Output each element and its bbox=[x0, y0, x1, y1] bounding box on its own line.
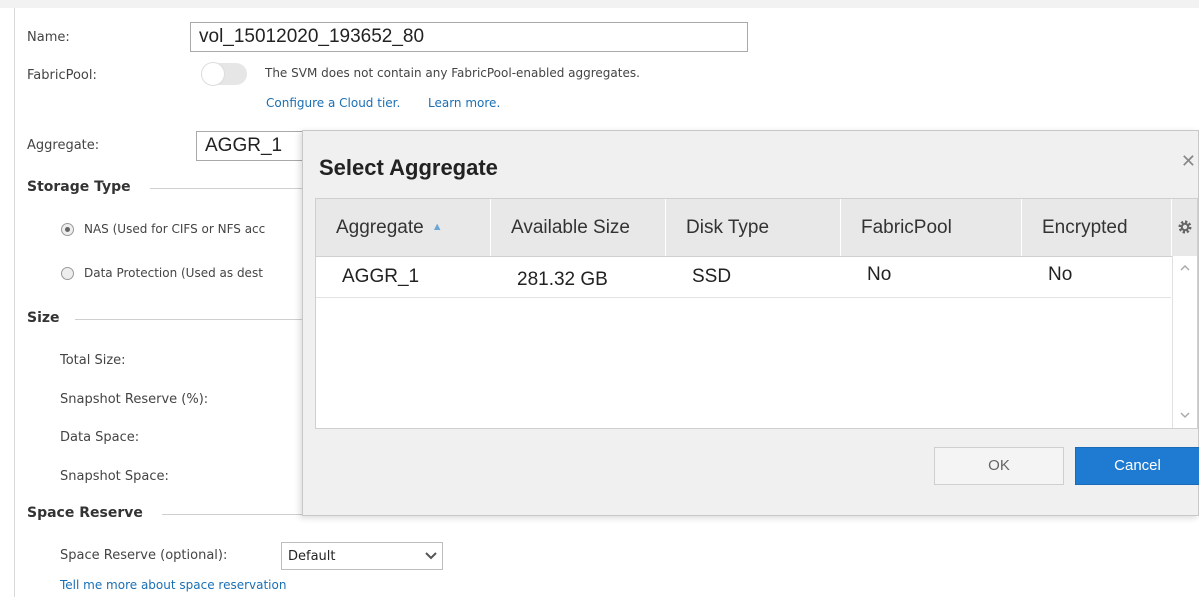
cell-available-size: 281.32 GB bbox=[517, 269, 608, 290]
aggregate-table: Aggregate ▲ Available Size Disk Type Fabr… bbox=[315, 198, 1198, 429]
size-divider bbox=[75, 319, 302, 320]
learn-more-link[interactable]: Learn more. bbox=[428, 96, 500, 110]
table-scrollbar[interactable] bbox=[1172, 256, 1197, 428]
data-space-label: Data Space: bbox=[60, 430, 140, 445]
space-reserve-value: Default bbox=[288, 549, 336, 564]
column-header-disk-type[interactable]: Disk Type bbox=[666, 199, 841, 256]
space-reserve-label: Space Reserve (optional): bbox=[60, 548, 228, 563]
column-header-aggregate[interactable]: Aggregate ▲ bbox=[316, 199, 491, 256]
cancel-button[interactable]: Cancel bbox=[1075, 447, 1199, 485]
fabricpool-label: FabricPool: bbox=[27, 68, 97, 83]
storage-type-heading: Storage Type bbox=[27, 179, 131, 195]
nas-radio-label: NAS (Used for CIFS or NFS acc bbox=[84, 222, 266, 236]
name-input[interactable]: vol_15012020_193652_80 bbox=[190, 22, 748, 52]
aggregate-input[interactable]: AGGR_1 bbox=[196, 131, 304, 161]
data-protection-radio[interactable] bbox=[61, 267, 74, 280]
cell-aggregate: AGGR_1 bbox=[342, 266, 420, 287]
fabricpool-toggle-knob bbox=[201, 62, 225, 86]
space-reserve-divider bbox=[162, 514, 302, 515]
total-size-label: Total Size: bbox=[60, 353, 126, 368]
close-icon[interactable]: ✕ bbox=[1181, 151, 1196, 172]
name-label: Name: bbox=[27, 30, 70, 45]
snapshot-space-label: Snapshot Space: bbox=[60, 469, 169, 484]
snapshot-reserve-label: Snapshot Reserve (%): bbox=[60, 392, 209, 407]
ok-button[interactable]: OK bbox=[934, 447, 1064, 485]
aggregate-label: Aggregate: bbox=[27, 138, 100, 153]
scroll-down-icon[interactable] bbox=[1173, 409, 1197, 422]
select-aggregate-dialog: Select Aggregate ✕ Aggregate ▲ Available … bbox=[302, 130, 1199, 516]
gear-icon[interactable] bbox=[1172, 199, 1197, 256]
chevron-down-icon bbox=[424, 546, 438, 569]
cell-fabricpool: No bbox=[867, 264, 892, 285]
space-reserve-select[interactable]: Default bbox=[281, 542, 443, 570]
data-protection-radio-label: Data Protection (Used as dest bbox=[84, 266, 263, 280]
column-header-encrypted[interactable]: Encrypted bbox=[1022, 199, 1172, 256]
column-header-label: Aggregate bbox=[336, 217, 424, 238]
column-header-available-size[interactable]: Available Size bbox=[491, 199, 666, 256]
storage-type-divider bbox=[150, 188, 302, 189]
table-header: Aggregate ▲ Available Size Disk Type Fabr… bbox=[316, 199, 1197, 257]
space-reserve-heading: Space Reserve bbox=[27, 505, 143, 521]
cell-encrypted: No bbox=[1048, 264, 1073, 285]
left-border bbox=[14, 8, 15, 597]
nas-radio[interactable] bbox=[61, 223, 74, 236]
sort-ascending-icon: ▲ bbox=[431, 221, 443, 234]
scroll-up-icon[interactable] bbox=[1173, 262, 1197, 275]
fabricpool-message: The SVM does not contain any FabricPool-… bbox=[265, 66, 640, 80]
column-header-fabricpool[interactable]: FabricPool bbox=[841, 199, 1022, 256]
dialog-title: Select Aggregate bbox=[319, 155, 498, 180]
cell-disk-type: SSD bbox=[692, 266, 732, 287]
size-heading: Size bbox=[27, 310, 60, 326]
configure-cloud-tier-link[interactable]: Configure a Cloud tier. bbox=[266, 96, 400, 110]
space-reservation-link[interactable]: Tell me more about space reservation bbox=[60, 578, 286, 592]
top-border bbox=[0, 0, 1199, 8]
table-row[interactable]: AGGR_1 281.32 GB SSD No No bbox=[316, 256, 1171, 298]
